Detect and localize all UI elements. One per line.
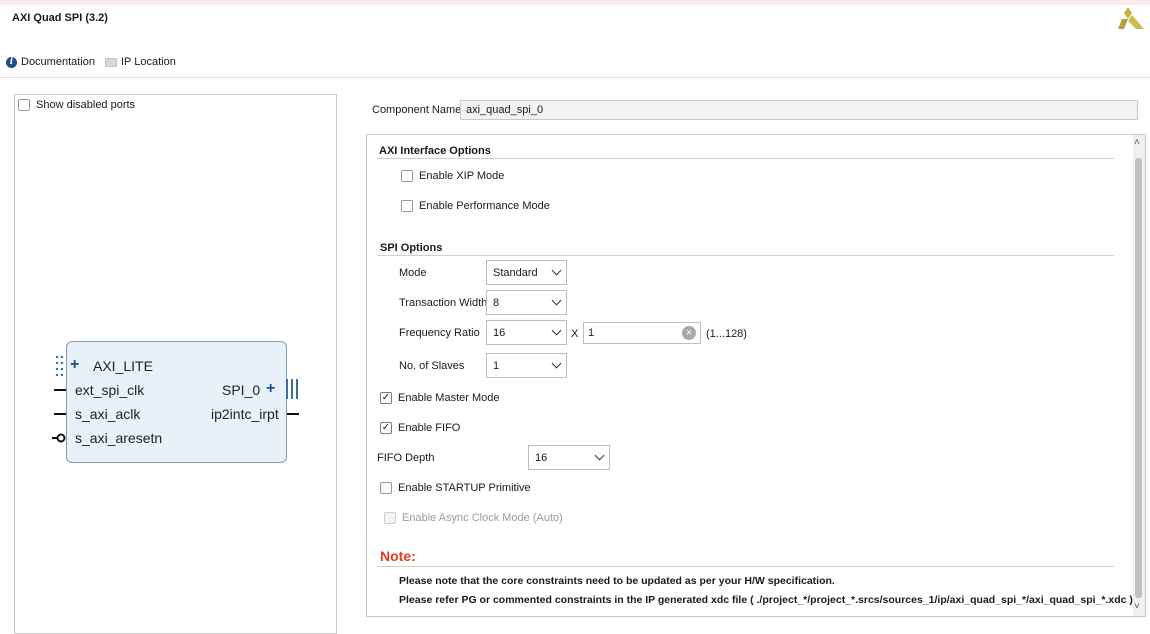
fifo-depth-value: 16 xyxy=(535,451,548,464)
mode-select[interactable]: Standard xyxy=(486,260,567,285)
checkbox-box[interactable]: ✓ xyxy=(380,392,392,404)
component-name-label: Component Name xyxy=(372,104,462,116)
mode-value: Standard xyxy=(493,266,538,279)
mode-label: Mode xyxy=(399,267,427,279)
chevron-down-icon xyxy=(551,358,562,369)
enable-fifo-label: Enable FIFO xyxy=(398,422,461,434)
enable-xip-mode-label: Enable XIP Mode xyxy=(419,170,505,182)
frequency-multiplier-value: 1 xyxy=(588,327,595,339)
ip-location-label: IP Location xyxy=(121,56,176,68)
enable-performance-mode-label: Enable Performance Mode xyxy=(419,200,550,212)
ip-location-link[interactable]: IP Location xyxy=(105,56,176,68)
axi-interface-options-header: AXI Interface Options xyxy=(379,145,491,157)
note-title: Note: xyxy=(380,548,416,564)
port-s-axi-aresetn: s_axi_aresetn xyxy=(75,430,163,446)
no-of-slaves-value: 1 xyxy=(493,359,500,372)
transaction-width-select[interactable]: 8 xyxy=(486,290,567,315)
enable-async-clock-mode-checkbox: Enable Async Clock Mode (Auto) xyxy=(384,512,563,524)
axi-header-rule xyxy=(377,158,1114,159)
frequency-multiplier-input[interactable]: 1 × xyxy=(583,322,701,344)
frequency-range-hint: (1...128) xyxy=(706,328,747,340)
frequency-ratio-select[interactable]: 16 xyxy=(486,320,567,345)
port-s-axi-aclk: s_axi_aclk xyxy=(75,406,141,422)
toolbar-separator xyxy=(0,77,1150,78)
port-axi-lite: AXI_LITE xyxy=(93,358,153,374)
xilinx-logo-icon xyxy=(1118,7,1144,29)
no-of-slaves-label: No. of Slaves xyxy=(399,360,465,372)
spi-options-header: SPI Options xyxy=(380,242,443,254)
chevron-down-icon xyxy=(594,450,605,461)
checkbox-box xyxy=(384,512,396,524)
title-bar-accent xyxy=(0,0,1150,5)
component-name-value: axi_quad_spi_0 xyxy=(466,104,544,116)
fifo-depth-select[interactable]: 16 xyxy=(528,445,610,470)
info-icon: i xyxy=(6,56,17,68)
transaction-width-label: Transaction Width xyxy=(399,297,488,309)
enable-master-mode-checkbox[interactable]: ✓ Enable Master Mode xyxy=(380,392,500,404)
checkbox-box[interactable]: ✓ xyxy=(380,422,392,434)
show-disabled-ports-label: Show disabled ports xyxy=(36,99,136,111)
chevron-down-icon xyxy=(551,325,562,336)
component-name-field[interactable]: axi_quad_spi_0 xyxy=(460,100,1138,120)
enable-startup-primitive-label: Enable STARTUP Primitive xyxy=(398,482,531,494)
documentation-label: Documentation xyxy=(21,56,95,68)
enable-fifo-checkbox[interactable]: ✓ Enable FIFO xyxy=(380,422,460,434)
active-low-reset-icon xyxy=(52,433,66,443)
transaction-width-value: 8 xyxy=(493,296,500,309)
port-ip2intc-irpt: ip2intc_irpt xyxy=(211,406,279,422)
enable-startup-primitive-checkbox[interactable]: Enable STARTUP Primitive xyxy=(380,482,531,494)
multiply-symbol: X xyxy=(571,328,579,340)
documentation-link[interactable]: i Documentation xyxy=(6,56,95,68)
scroll-down-icon[interactable]: ˅ xyxy=(1134,601,1140,612)
enable-master-mode-label: Enable Master Mode xyxy=(398,392,500,404)
ip-toolbar: i Documentation IP Location xyxy=(6,55,176,69)
port-wire-ip2intc-irpt xyxy=(287,413,299,415)
port-wire-ext-spi-clk xyxy=(54,389,66,391)
chevron-down-icon xyxy=(551,265,562,276)
frequency-ratio-value: 16 xyxy=(493,326,506,339)
enable-performance-mode-checkbox[interactable]: Enable Performance Mode xyxy=(401,200,550,212)
note-line-2: Please refer PG or commented constraints… xyxy=(399,594,1136,606)
scrollbar-thumb[interactable] xyxy=(1135,158,1142,598)
note-line-1: Please note that the core constraints ne… xyxy=(399,575,835,587)
no-of-slaves-select[interactable]: 1 xyxy=(486,353,567,378)
enable-xip-mode-checkbox[interactable]: Enable XIP Mode xyxy=(401,170,504,182)
expand-axi-lite-icon[interactable]: + xyxy=(70,356,79,374)
frequency-ratio-label: Frequency Ratio xyxy=(399,327,480,339)
spi-bus-icon xyxy=(286,379,298,399)
clear-icon[interactable]: × xyxy=(682,326,696,340)
checkbox-box[interactable] xyxy=(380,482,392,494)
port-spi-0: SPI_0 xyxy=(222,382,261,398)
window-title: AXI Quad SPI (3.2) xyxy=(12,12,108,24)
expand-spi-0-icon[interactable]: + xyxy=(266,380,275,398)
folder-icon xyxy=(105,57,117,67)
checkbox-box[interactable] xyxy=(401,200,413,212)
note-rule xyxy=(377,566,1114,567)
port-wire-s-axi-aclk xyxy=(54,413,66,415)
checkbox-box[interactable] xyxy=(18,99,30,111)
show-disabled-ports-checkbox[interactable]: Show disabled ports xyxy=(18,99,135,111)
interface-bus-icon xyxy=(55,355,64,376)
fifo-depth-label: FIFO Depth xyxy=(377,452,435,464)
chevron-down-icon xyxy=(551,295,562,306)
enable-async-clock-mode-label: Enable Async Clock Mode (Auto) xyxy=(402,512,563,524)
scroll-up-icon[interactable]: ˄ xyxy=(1134,137,1140,148)
spi-header-rule xyxy=(377,255,1114,256)
checkbox-box[interactable] xyxy=(401,170,413,182)
port-ext-spi-clk: ext_spi_clk xyxy=(75,382,145,398)
